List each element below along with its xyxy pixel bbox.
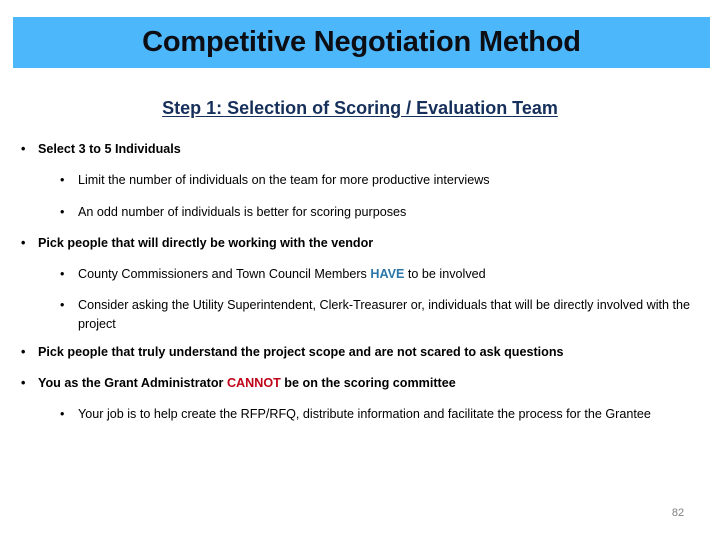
bullet-item: • Your job is to help create the RFP/RFQ… <box>0 405 720 423</box>
bullet-item: • Pick people that will directly be work… <box>0 234 720 252</box>
bullet-glyph: • <box>60 298 65 313</box>
bullet-glyph: • <box>60 173 65 188</box>
page-number: 82 <box>671 507 685 519</box>
bullet-glyph: • <box>21 344 26 359</box>
bullet-text: You as the Grant Administrator CANNOT be… <box>38 376 456 390</box>
slide-subtitle-row: Step 1: Selection of Scoring / Evaluatio… <box>0 98 720 119</box>
bullet-item: • You as the Grant Administrator CANNOT … <box>0 374 720 392</box>
bullet-glyph: • <box>60 407 65 422</box>
bullet-text-before: County Commissioners and Town Council Me… <box>78 267 371 281</box>
emphasis-cannot: CANNOT <box>226 376 281 390</box>
slide-title: Competitive Negotiation Method <box>142 26 581 58</box>
bullet-item: • Consider asking the Utility Superinten… <box>0 296 720 333</box>
bullet-text: Select 3 to 5 Individuals <box>38 142 181 156</box>
bullet-text: An odd number of individuals is better f… <box>78 204 407 219</box>
bullet-glyph: • <box>21 376 26 390</box>
bullet-glyph: • <box>60 204 65 219</box>
slide-title-banner: Competitive Negotiation Method <box>13 17 710 68</box>
emphasis-have: HAVE <box>370 267 405 281</box>
slide-body: • Select 3 to 5 Individuals • Limit the … <box>0 140 720 424</box>
bullet-text-before: You as the Grant Administrator <box>38 376 227 390</box>
bullet-item: • Pick people that truly understand the … <box>0 343 720 361</box>
bullet-item: • An odd number of individuals is better… <box>0 203 720 221</box>
bullet-text: Pick people that truly understand the pr… <box>38 344 564 359</box>
bullet-text-after: to be involved <box>404 267 486 281</box>
bullet-text-after: be on the scoring committee <box>280 376 456 390</box>
bullet-item: • County Commissioners and Town Council … <box>0 265 720 283</box>
bullet-item: • Select 3 to 5 Individuals <box>0 140 720 158</box>
slide-subtitle: Step 1: Selection of Scoring / Evaluatio… <box>162 98 558 118</box>
bullet-glyph: • <box>21 142 26 156</box>
bullet-glyph: • <box>60 267 65 281</box>
bullet-text: Your job is to help create the RFP/RFQ, … <box>78 407 651 422</box>
bullet-text: County Commissioners and Town Council Me… <box>78 267 486 281</box>
bullet-text: Consider asking the Utility Superintende… <box>78 298 691 331</box>
bullet-text: Limit the number of individuals on the t… <box>78 173 490 188</box>
bullet-glyph: • <box>21 235 26 250</box>
bullet-text: Pick people that will directly be workin… <box>38 235 374 250</box>
bullet-item: • Limit the number of individuals on the… <box>0 171 720 189</box>
